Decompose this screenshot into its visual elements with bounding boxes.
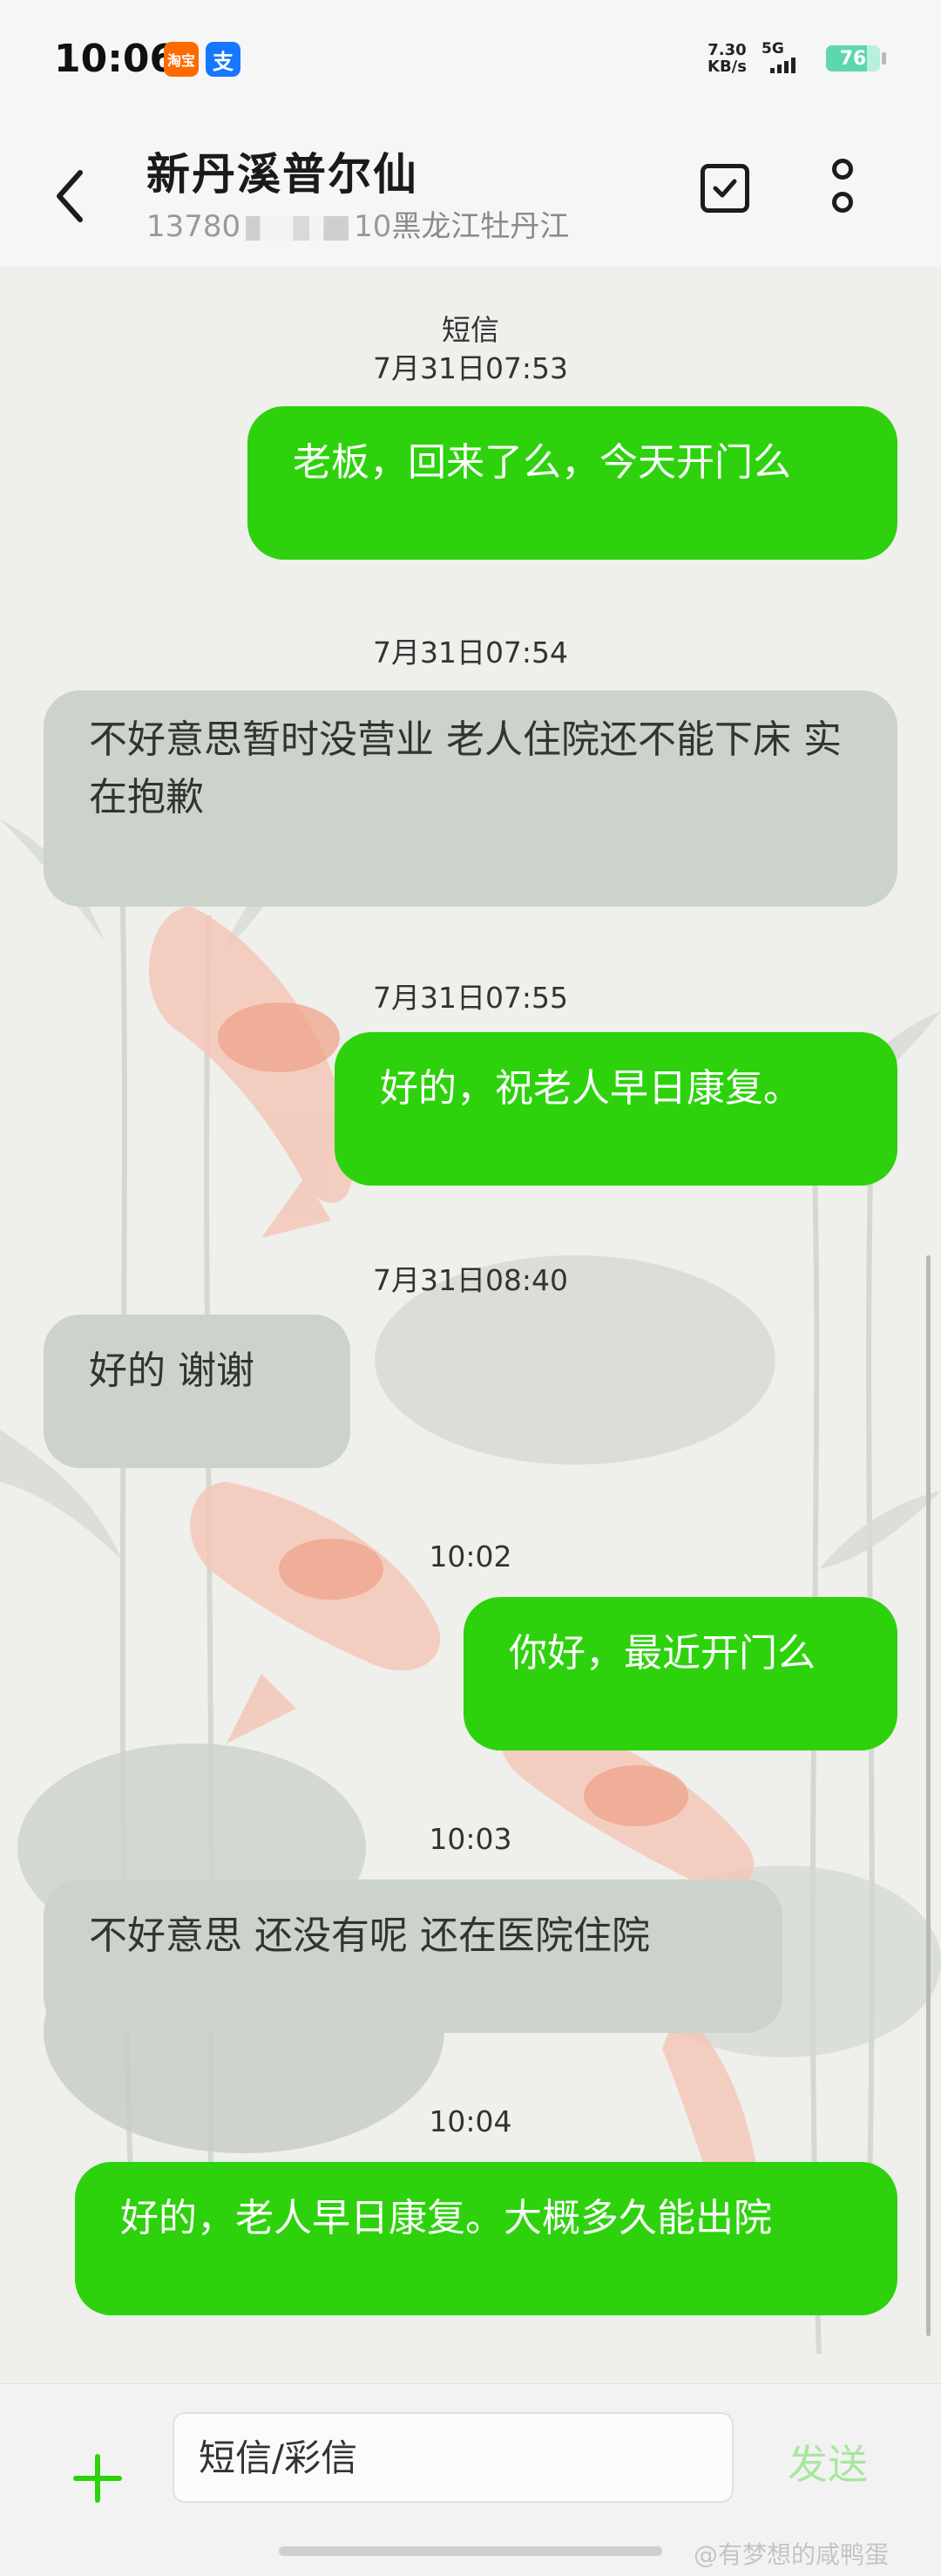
more-options-button[interactable] — [821, 159, 864, 228]
phone-suffix: 10 — [354, 209, 392, 244]
message-bubble-outgoing[interactable]: 好的，老人早日康复。大概多久能出院 — [75, 2162, 897, 2315]
network-speed-unit: KB/s — [707, 58, 747, 76]
contact-subtitle: 13780 10黑龙江牡丹江 — [146, 202, 569, 245]
battery-icon: 76 — [826, 45, 880, 71]
send-button[interactable]: 发送 — [788, 2433, 868, 2491]
checkbox-icon — [713, 179, 737, 198]
status-time: 10:06 — [54, 37, 177, 81]
signal-icon — [770, 58, 795, 73]
composer-bar: 发送 @有梦想的咸鸭蛋 — [0, 2383, 941, 2576]
timestamp-label: 10:04 — [429, 2104, 512, 2138]
channel-label: 短信 — [442, 313, 499, 347]
dot-icon — [832, 192, 853, 213]
battery-percent: 76 — [839, 47, 867, 70]
timestamp-label: 7月31日07:55 — [372, 981, 569, 1015]
message-bubble-outgoing[interactable]: 老板，回来了么，今天开门么 — [247, 406, 897, 560]
timestamp-label: 10:03 — [429, 1822, 512, 1856]
scrollbar[interactable] — [926, 1255, 931, 2336]
timestamp-label: 10:02 — [429, 1539, 512, 1573]
network-speed: 7.30 KB/s — [707, 42, 747, 75]
timestamp-label: 7月31日07:54 — [372, 636, 569, 669]
network-speed-value: 7.30 — [707, 41, 747, 59]
multi-select-button[interactable] — [701, 164, 749, 213]
watermark: @有梦想的咸鸭蛋 — [694, 2540, 890, 2569]
back-button[interactable] — [52, 166, 105, 227]
timestamp-label: 7月31日07:53 — [372, 351, 569, 385]
contact-name: 新丹溪普尔仙 — [146, 149, 418, 200]
contact-location: 黑龙江牡丹江 — [391, 209, 570, 244]
message-bubble-outgoing[interactable]: 你好，最近开门么 — [464, 1597, 897, 1750]
message-bubble-outgoing[interactable]: 好的，祝老人早日康复。 — [335, 1032, 897, 1186]
battery-tip — [882, 52, 886, 65]
alipay-icon: 支 — [206, 42, 240, 77]
taobao-icon: 淘宝 — [164, 42, 199, 77]
message-input[interactable] — [173, 2412, 734, 2503]
add-attachment-button[interactable] — [73, 2454, 122, 2503]
chevron-left-icon — [57, 170, 83, 222]
timestamp-label: 7月31日08:40 — [372, 1263, 569, 1297]
conversation-header: 新丹溪普尔仙 13780 10黑龙江牡丹江 — [0, 122, 941, 267]
status-bar: 10:06 淘宝 支 7.30 KB/s 5G 76 — [0, 0, 941, 122]
phone-prefix: 13780 — [146, 209, 241, 244]
message-bubble-incoming[interactable]: 好的 谢谢 — [44, 1315, 350, 1468]
message-list[interactable]: 短信 7月31日07:53 老板，回来了么，今天开门么 7月31日07:54 不… — [0, 267, 941, 2383]
redacted-mask — [246, 215, 349, 241]
message-bubble-incoming[interactable]: 不好意思 还没有呢 还在医院住院 — [44, 1879, 782, 2033]
message-bubble-incoming[interactable]: 不好意思暂时没营业 老人住院还不能下床 实在抱歉 — [44, 690, 897, 907]
dot-icon — [832, 159, 853, 180]
network-type: 5G — [762, 40, 784, 58]
home-indicator[interactable] — [279, 2546, 662, 2556]
